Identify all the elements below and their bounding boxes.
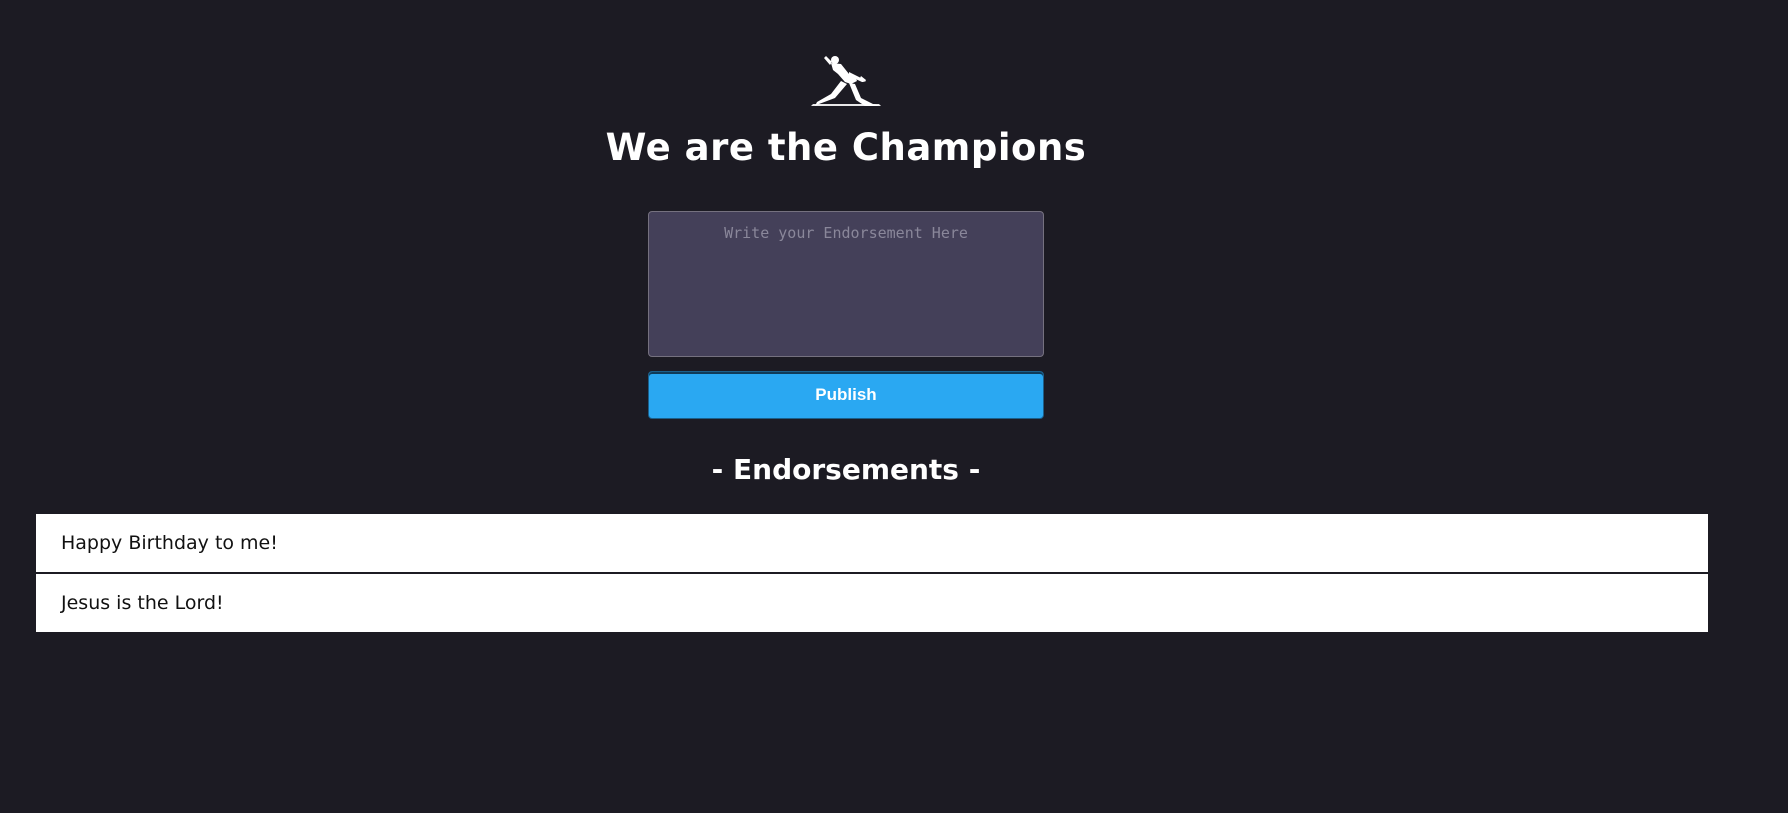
page-title: We are the Champions — [605, 126, 1087, 169]
endorsement-textarea[interactable] — [648, 211, 1044, 357]
endorsements-heading: - Endorsements - — [711, 453, 981, 486]
endorsement-list: Happy Birthday to me! Jesus is the Lord! — [36, 514, 1708, 634]
list-item[interactable]: Jesus is the Lord! — [36, 574, 1708, 632]
publish-button[interactable]: Publish — [648, 371, 1044, 419]
list-item[interactable]: Happy Birthday to me! — [36, 514, 1708, 572]
freddie-mercury-silhouette-icon — [811, 56, 881, 106]
